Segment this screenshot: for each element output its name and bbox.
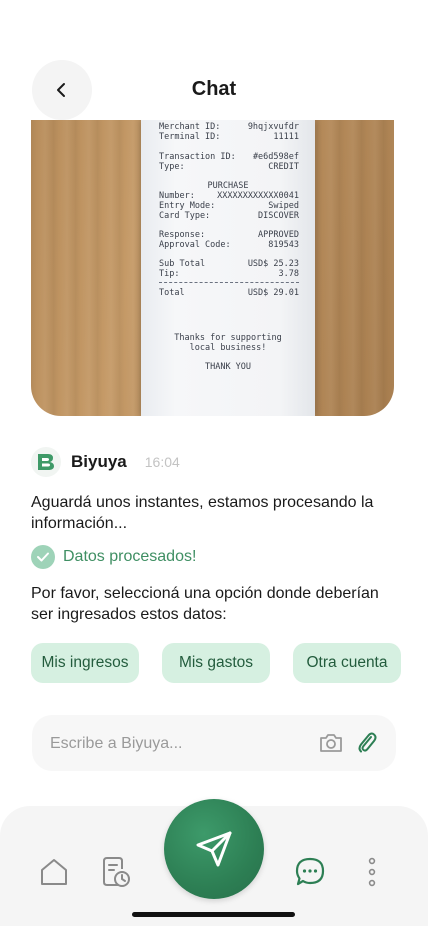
receipt-line: Card Type: DISCOVER [159, 211, 299, 221]
receipt-divider [159, 282, 299, 283]
check-icon [31, 545, 55, 569]
option-mis-gastos-button[interactable]: Mis gastos [162, 643, 270, 683]
option-otra-cuenta-button[interactable]: Otra cuenta [293, 643, 401, 683]
biyuya-logo-icon [31, 447, 61, 477]
home-icon [41, 859, 67, 885]
receipt-line: Sub Total USD$ 25.23 [159, 259, 299, 269]
message-composer [32, 715, 396, 773]
send-fab-button[interactable] [164, 799, 264, 899]
receipt-line: Tip: 3.78 [159, 269, 299, 279]
nav-more-button[interactable] [360, 854, 384, 890]
message-input[interactable] [48, 715, 302, 773]
receipt-purchase-heading: PURCHASE [207, 181, 249, 191]
receipt-thanks-2: local business! [189, 343, 267, 353]
receipt-paper: Merchant ID: 9hqjxvufdr Terminal ID: 11111… [141, 120, 315, 416]
nav-chat-button[interactable] [292, 854, 328, 890]
message-timestamp: 16:04 [144, 454, 180, 470]
receipt-line: Total USD$ 29.01 [159, 288, 299, 298]
receipt-line: Merchant ID: 9hqjxvufdr [159, 122, 299, 132]
processed-text: Datos procesados! [63, 548, 197, 565]
receipt-line: Number: XXXXXXXXXXXX0041 [159, 191, 299, 201]
processing-message: Aguardá unos instantes, estamos procesan… [31, 494, 374, 532]
receipt-thanks-1: Thanks for supporting [174, 333, 282, 343]
receipt-line: Terminal ID: 11111 [159, 132, 299, 142]
send-icon [196, 831, 232, 867]
home-indicator [132, 912, 295, 917]
option-mis-ingresos-button[interactable]: Mis ingresos [31, 643, 139, 683]
receipt-line: Transaction ID: #e6d598ef [159, 152, 299, 162]
nav-history-button[interactable] [98, 854, 134, 890]
receipt-line: Approval Code: 819543 [159, 240, 299, 250]
processed-status: Datos procesados! [31, 545, 196, 569]
camera-icon[interactable] [318, 731, 344, 755]
chat-icon [295, 857, 325, 886]
receipt-thank-you: THANK YOU [204, 362, 252, 372]
receipt-photo[interactable]: Merchant ID: 9hqjxvufdr Terminal ID: 11111… [31, 120, 394, 416]
sender-name: Biyuya [71, 452, 127, 471]
attach-icon[interactable] [356, 730, 378, 756]
history-icon [103, 857, 130, 887]
more-icon [368, 857, 376, 887]
option-prompt-message: Por favor, seleccioná una opción donde d… [31, 585, 379, 623]
receipt-line: Response: APPROVED [159, 230, 299, 240]
receipt-line: Entry Mode: Swiped [159, 201, 299, 211]
receipt-line: Type: CREDIT [159, 162, 299, 172]
page-title: Chat [191, 78, 237, 100]
nav-home-button[interactable] [36, 854, 72, 890]
message-sender-row: Biyuya 16:04 [31, 447, 180, 477]
